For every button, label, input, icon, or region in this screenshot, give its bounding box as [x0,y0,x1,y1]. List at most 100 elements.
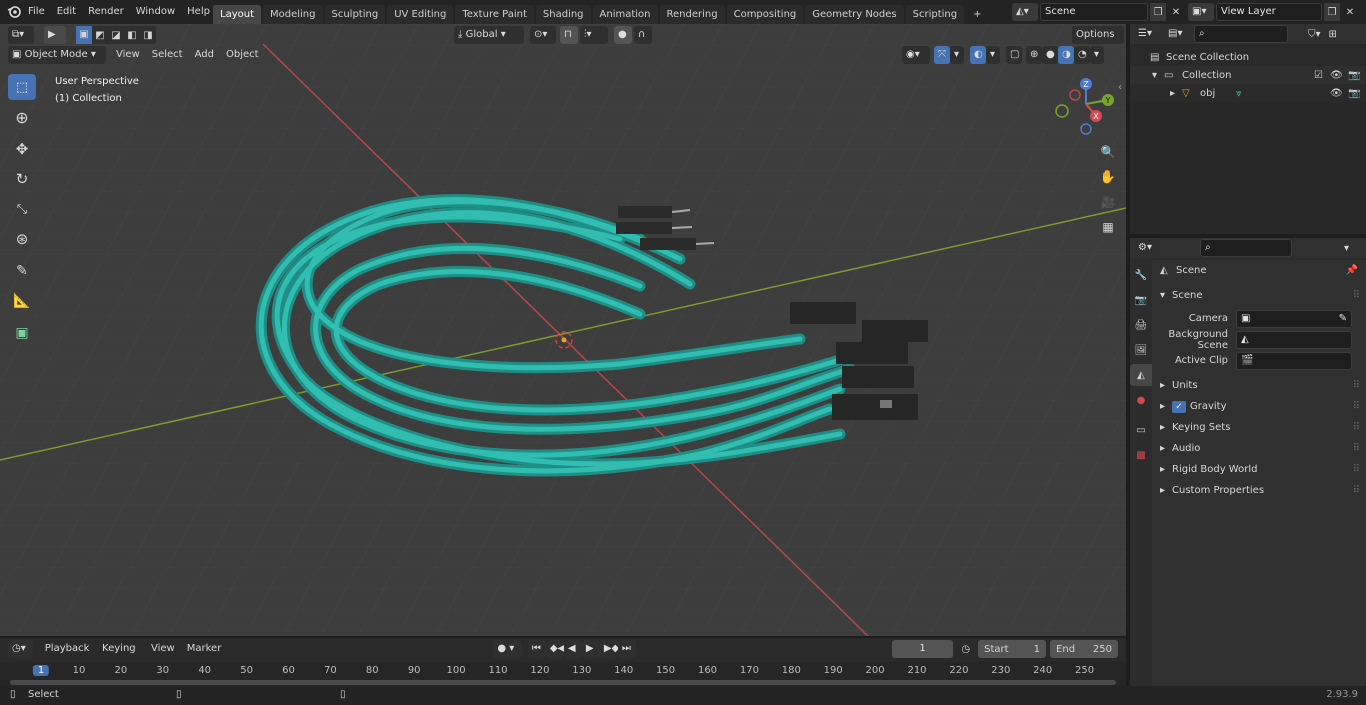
xray-toggle-icon[interactable]: ▢ [1006,46,1022,64]
custom-properties-panel[interactable]: ▸ Custom Properties ⠿ [1152,480,1366,501]
collection-visibility-icon[interactable]: 👁 [1330,70,1348,81]
camera-field[interactable]: ▣ ✎ [1236,309,1352,328]
sidebar-toggle-icon[interactable]: ‹ [1118,82,1122,93]
select-new-icon[interactable]: ▣ [76,26,92,44]
new-collection-icon[interactable]: ⊞ [1329,29,1337,40]
marker-menu[interactable]: Marker [181,640,228,658]
tab-texture-paint[interactable]: Texture Paint [455,5,534,24]
view-layer-browse-button[interactable]: ▣▾ [1188,3,1214,21]
properties-editor-type-button[interactable]: ⚙▾ [1134,239,1160,257]
jump-end-button[interactable]: ⏭ [617,640,636,658]
tab-animation[interactable]: Animation [592,5,658,24]
snap-toggle-icon[interactable]: ⊓ [560,26,578,44]
tab-modeling[interactable]: Modeling [263,5,323,24]
delete-view-layer-icon[interactable]: ✕ [1342,3,1358,21]
blender-logo-icon[interactable] [6,4,22,20]
collection-checkbox[interactable]: ☑ [1314,70,1330,81]
menu-help[interactable]: Help [181,0,216,24]
delete-scene-icon[interactable]: ✕ [1168,3,1184,21]
tab-geometry-nodes[interactable]: Geometry Nodes [805,5,904,24]
outliner-editor-type-button[interactable]: ☰▾ [1134,25,1160,43]
editor-type-button[interactable]: ⧉▾ [8,26,34,44]
playhead-frame-label[interactable]: 1 [32,665,50,676]
play-button[interactable]: ▶ [581,640,600,658]
scene-name-field[interactable]: Scene [1040,3,1148,21]
object-menu[interactable]: Object [220,46,265,64]
scale-tool[interactable]: ⤡ [8,196,36,222]
units-panel[interactable]: ▸ Units ⠿ [1152,375,1366,396]
keying-menu[interactable]: Keying ▾ [98,640,145,672]
falloff-icon[interactable]: ∩ [634,26,652,44]
properties-options-icon[interactable]: ▾ [1344,243,1349,254]
select-subtract-icon[interactable]: ◪ [108,30,124,41]
auto-keying-button[interactable]: ● ▾ [493,640,522,658]
select-box-tool[interactable]: ⬚ [8,74,36,100]
tool-tab[interactable]: 🔧 [1130,264,1152,286]
shading-dropdown[interactable]: ▾ [1090,46,1104,64]
audio-drag-icon[interactable]: ⠿ [1353,443,1360,454]
scene-tab[interactable]: ◭ [1130,364,1152,386]
pivot-point-button[interactable]: ⊙▾ [530,26,556,44]
filter-icon[interactable]: ⛉▾ [1308,29,1321,40]
texture-tab[interactable]: ▩ [1130,444,1152,466]
rigid-body-world-panel[interactable]: ▸ Rigid Body World ⠿ [1152,459,1366,480]
output-tab[interactable]: 🖨 [1130,314,1152,336]
gizmo-toggle-icon[interactable]: ⤧ [934,46,950,64]
scene-collection-label[interactable]: Scene Collection [1166,52,1249,63]
select-invert-icon[interactable]: ◧ [124,30,140,41]
proportional-edit-icon[interactable]: ● [614,26,632,44]
render-tab[interactable]: 📷 [1130,289,1152,311]
cursor-tool[interactable]: ⊕ [8,104,36,130]
add-workspace-button[interactable]: + [966,5,988,24]
tool-select-button[interactable]: ▶ [44,26,66,44]
navigation-gizmo[interactable]: Z Y X [1050,74,1120,140]
tab-uv-editing[interactable]: UV Editing [387,5,454,24]
tab-sculpting[interactable]: Sculpting [324,5,386,24]
end-value[interactable]: 250 [1093,644,1112,655]
timeline-editor-type-button[interactable]: ◷▾ [8,640,33,658]
transform-orientation-dropdown[interactable]: ⤓ Global ▾ [454,26,524,44]
object-label[interactable]: obj [1200,88,1236,99]
tab-compositing[interactable]: Compositing [726,5,804,24]
pin-icon[interactable]: 📌 [1346,265,1358,276]
rotate-tool[interactable]: ↻ [8,166,36,192]
active-clip-field[interactable]: 🎬 [1236,351,1352,370]
ortho-toggle-button[interactable]: ▦ [1097,216,1119,238]
select-intersect-icon[interactable]: ◨ [140,30,156,41]
current-frame-field[interactable]: 1 [891,640,954,658]
gravity-checkbox[interactable]: ✓ [1172,400,1186,413]
keying-sets-panel[interactable]: ▸ Keying Sets ⠿ [1152,417,1366,438]
3d-viewport[interactable]: ⧉▾ ▶ ▣ ◩ ◪ ◧ ◨ ⤓ Global ▾ ⊙▾ ⊓ ⫶▾ ● ∩ Op… [0,24,1126,636]
view-layer-field[interactable]: View Layer [1216,3,1322,21]
visibility-icon[interactable]: ◉▾ [902,46,930,64]
panel-drag-icon[interactable]: ⠿ [1353,290,1360,301]
tab-rendering[interactable]: Rendering [659,5,725,24]
collection-tab[interactable]: ▭ [1130,419,1152,441]
gizmo-dropdown[interactable]: ▾ [950,46,964,64]
select-extend-icon[interactable]: ◩ [92,30,108,41]
object-mode-dropdown[interactable]: ▣ Object Mode ▾ [8,46,106,64]
playback-menu[interactable]: Playback ▾ [41,640,98,672]
menu-window[interactable]: Window [130,0,181,24]
menu-render[interactable]: Render [82,0,130,24]
gravity-panel[interactable]: ▸ ✓ Gravity ⠿ [1152,396,1366,417]
view-layer-tab[interactable]: 🖼 [1130,339,1152,361]
scene-panel-expand-icon[interactable]: ▾ [1160,290,1172,301]
add-cube-tool[interactable]: ▣ [8,320,36,346]
rigid-body-drag-icon[interactable]: ⠿ [1353,464,1360,475]
scene-browse-button[interactable]: ◭▾ [1012,3,1038,21]
preview-range-icon[interactable]: ◷ [961,644,970,655]
properties-search-field[interactable]: ⌕ [1200,239,1292,257]
copy-scene-icon[interactable]: ❐ [1150,3,1166,21]
menu-edit[interactable]: Edit [51,0,82,24]
tab-scripting[interactable]: Scripting [905,5,965,24]
pan-view-button[interactable]: ✋ [1097,166,1119,188]
shading-material-icon[interactable]: ◑ [1058,46,1074,64]
measure-tool[interactable]: 📐 [8,288,36,314]
play-reverse-button[interactable]: ◀ [563,640,582,658]
world-tab[interactable]: ● [1130,389,1152,411]
add-menu[interactable]: Add [189,46,220,64]
prev-keyframe-button[interactable]: ◆◀ [545,640,565,658]
snap-target-button[interactable]: ⫶▾ [580,26,608,44]
next-keyframe-button[interactable]: ▶◆ [599,640,619,658]
